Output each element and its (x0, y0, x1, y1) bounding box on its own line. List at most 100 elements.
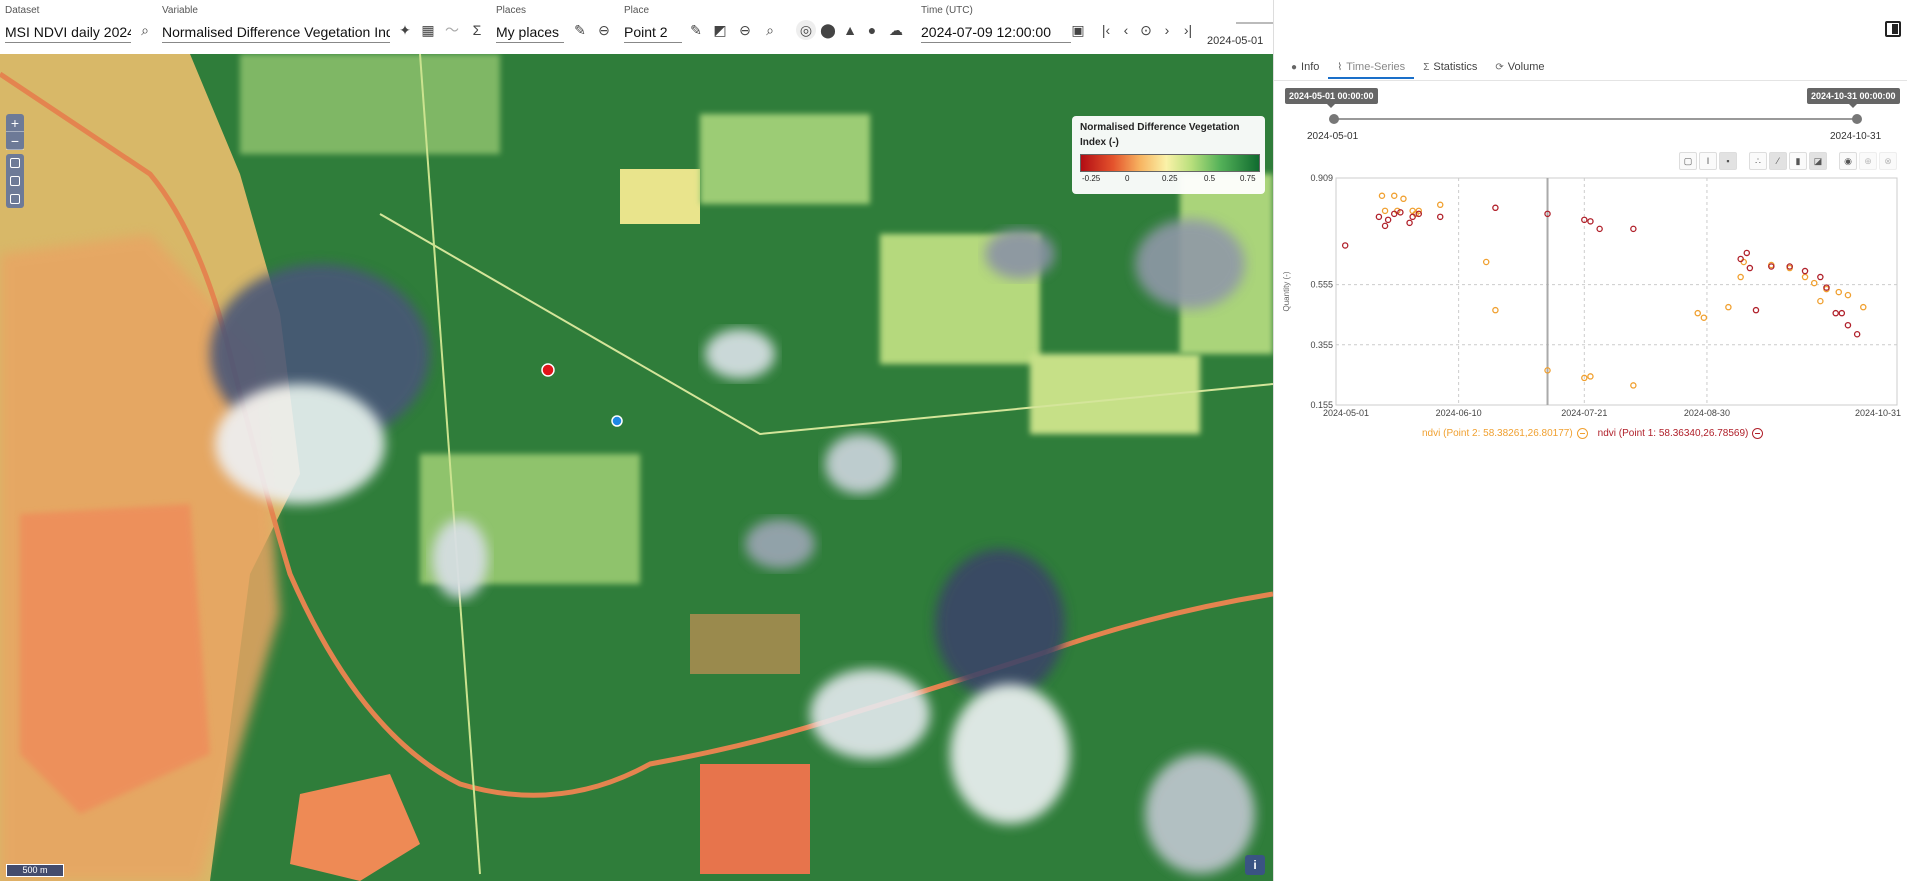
remove-place-icon[interactable]: ⊖ (735, 20, 755, 40)
data-point (1737, 255, 1744, 263)
pin-icon[interactable]: ✦ (395, 20, 415, 40)
zoom-chart-icon[interactable]: ▢ (1679, 152, 1697, 170)
add-chart-icon[interactable]: ⊕ (1859, 152, 1877, 170)
data-point (1400, 195, 1407, 203)
tab-label: Statistics (1433, 61, 1478, 73)
tab-volume[interactable]: ⟳ Volume (1486, 55, 1553, 79)
data-point (1596, 225, 1603, 233)
colorbar (1080, 154, 1260, 172)
remove-series-icon[interactable] (1576, 428, 1588, 439)
dataset-info-icon[interactable]: ⌕ (135, 20, 155, 40)
point-1-marker (541, 363, 555, 377)
variable-select[interactable]: Variable Normalised Difference Vegetatio… (162, 5, 390, 43)
map-info-button[interactable]: i (1245, 855, 1265, 875)
layers-icon[interactable] (6, 154, 24, 172)
remove-series-icon[interactable] (1752, 428, 1764, 439)
dataset-select[interactable]: Dataset MSI NDVI daily 2024 (5, 5, 131, 43)
upload-icon[interactable]: ☁ (886, 20, 906, 40)
data-point (1492, 204, 1499, 212)
data-point (1587, 373, 1594, 380)
points-icon[interactable]: ∴ (1749, 152, 1767, 170)
play-icon[interactable]: ⊙ (1136, 20, 1156, 40)
range-end-badge: 2024-10-31 00:00:00 (1807, 88, 1900, 108)
bar-chart-icon[interactable]: ▮ (1789, 152, 1807, 170)
camera-icon[interactable]: ◉ (1839, 152, 1857, 170)
tab-statistics[interactable]: Σ Statistics (1414, 55, 1486, 79)
colorbar-legend[interactable]: Normalised Difference Vegetation Index (… (1072, 116, 1265, 194)
time-value[interactable]: 2024-07-09 12:00:00 (921, 21, 1071, 43)
zoom-in-button[interactable]: + (6, 114, 24, 132)
data-point (1810, 279, 1818, 287)
place-value[interactable]: Point 2 (624, 21, 682, 43)
y-tick-label: 0.909 (1310, 173, 1333, 183)
data-point (1492, 306, 1499, 314)
data-point (1737, 273, 1744, 281)
close-chart-icon[interactable]: ⊗ (1879, 152, 1897, 170)
tooltip-icon[interactable]: ▪ (1719, 152, 1737, 170)
time-field[interactable]: Time (UTC) 2024-07-09 12:00:00 (921, 5, 1071, 43)
y-tick-label: 0.355 (1310, 340, 1333, 350)
range-start-label: 2024-05-01 (1307, 131, 1359, 142)
first-step-icon[interactable]: |‹ (1096, 20, 1116, 40)
x-tick-label: 2024-05-01 (1323, 408, 1369, 418)
info-panel-icon[interactable] (6, 190, 24, 208)
places-value[interactable]: My places (496, 21, 564, 43)
chart-legend: ndvi (Point 2: 58.38261,26.80177) ndvi (… (1422, 428, 1764, 439)
panel-toggle-icon[interactable] (1885, 21, 1901, 37)
zoom-out-button[interactable]: − (6, 132, 24, 150)
next-step-icon[interactable]: › (1157, 20, 1177, 40)
line-chart-icon[interactable]: ⁄ (1769, 152, 1787, 170)
data-point (1860, 303, 1867, 311)
timeseries-chart[interactable]: 0.9090.5550.3550.1552024-05-01 2024-06-10… (1273, 170, 1907, 430)
stack-icon[interactable]: ◪ (1809, 152, 1827, 170)
time-slider-start: 2024-05-01 (1207, 35, 1264, 47)
last-step-icon[interactable]: ›| (1178, 20, 1198, 40)
map-view[interactable]: + − Normalised Difference Vegetation Ind… (0, 54, 1273, 881)
tab-time-series[interactable]: ⌇ Time-Series (1328, 55, 1415, 79)
data-point (1835, 288, 1843, 296)
tab-info[interactable]: ● Info (1282, 55, 1328, 79)
data-point (1838, 309, 1846, 317)
error-bars-icon[interactable]: I (1699, 152, 1717, 170)
data-point (1817, 273, 1824, 281)
places-select[interactable]: Places My places (496, 5, 564, 43)
circle-tool-icon[interactable]: ● (862, 20, 882, 40)
edit-place-icon[interactable]: ✎ (686, 20, 706, 40)
place-select[interactable]: Place Point 2 (624, 5, 682, 43)
data-point (1409, 213, 1416, 221)
data-point (1381, 222, 1389, 230)
fill-color-icon[interactable]: ◩ (710, 20, 730, 40)
zoom-control: + − (6, 114, 24, 150)
remove-places-icon[interactable]: ⊖ (594, 20, 614, 40)
data-point (1700, 314, 1708, 321)
time-label: Time (UTC) (921, 5, 973, 16)
data-point (1725, 303, 1732, 311)
point-2-marker (611, 415, 623, 427)
data-point (1817, 297, 1824, 305)
table-icon[interactable]: ▦ (418, 20, 438, 40)
zoom-to-place-icon[interactable]: ⌕ (760, 20, 780, 40)
select-tool-icon[interactable]: ◎ (796, 20, 816, 40)
dataset-label: Dataset (5, 5, 40, 16)
range-start-thumb[interactable] (1329, 114, 1339, 124)
data-point (1630, 225, 1637, 233)
polygon-tool-icon[interactable]: ▲ (840, 20, 860, 40)
range-slider-track[interactable] (1334, 118, 1857, 120)
variable-value[interactable]: Normalised Difference Vegetation Index (162, 21, 390, 43)
data-point (1743, 249, 1751, 257)
data-point (1390, 192, 1398, 200)
point-tool-icon[interactable]: ⬤ (818, 20, 838, 40)
prev-step-icon[interactable]: ‹ (1116, 20, 1136, 40)
split-view-icon[interactable] (6, 172, 24, 190)
edit-places-icon[interactable]: ✎ (570, 20, 590, 40)
timeseries-icon: ⌇ (1337, 62, 1343, 73)
calendar-icon[interactable]: ▣ (1068, 20, 1088, 40)
timeseries-icon[interactable]: 〜 (442, 20, 462, 40)
sigma-icon: Σ (1423, 62, 1430, 73)
statistics-icon[interactable]: Σ (467, 20, 487, 40)
data-point (1844, 291, 1852, 299)
volume-icon: ⟳ (1495, 62, 1504, 73)
data-point (1853, 331, 1861, 338)
range-end-thumb[interactable] (1852, 114, 1862, 124)
dataset-value[interactable]: MSI NDVI daily 2024 (5, 21, 131, 43)
